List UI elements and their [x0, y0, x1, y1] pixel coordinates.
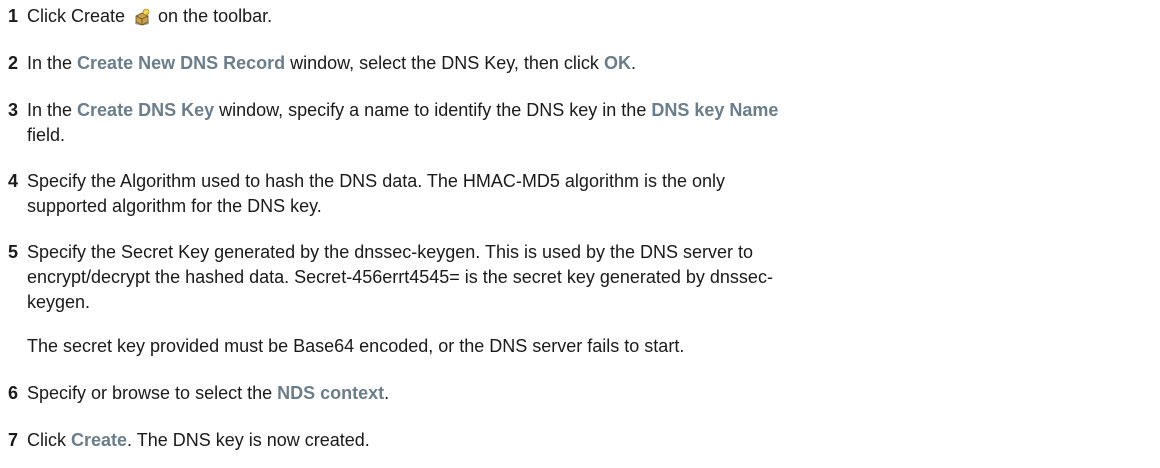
step-text-segment: In the	[27, 100, 78, 120]
step-number: 3	[8, 100, 19, 120]
step-text-segment: .	[630, 53, 636, 73]
step-text-segment: Click Create	[27, 6, 131, 26]
step-text-segment: window, specify a name to identify the D…	[214, 100, 652, 120]
step-text-segment: window, select the DNS Key, then click	[285, 53, 604, 73]
step-text: Click Create on the toolbar.	[27, 4, 1152, 29]
step-text: Specify or browse to select the NDS cont…	[27, 381, 1152, 406]
step-text-line: Specify the Secret Key generated by the …	[27, 242, 754, 262]
step-number: 5	[8, 242, 19, 262]
step-text-line: Specify the Algorithm used to hash the D…	[27, 171, 725, 191]
ui-reference-field: NDS context	[277, 383, 385, 403]
step-text-segment: .	[384, 383, 390, 403]
step-text: Specify the Algorithm used to hash the D…	[27, 169, 1152, 219]
step-text-line: keygen.	[27, 292, 91, 312]
step-number: 1	[8, 6, 19, 26]
step-number: 6	[8, 383, 19, 403]
step-text-segment: Specify or browse to select the	[27, 383, 278, 403]
ui-reference-window: Create DNS Key	[77, 100, 215, 120]
step-text-line: encrypt/decrypt the hashed data. Secret-…	[27, 267, 773, 287]
step-text-segment: In the	[27, 53, 78, 73]
step-number: 2	[8, 53, 19, 73]
step-text-segment: field.	[27, 125, 66, 145]
note-text: The secret key provided must be Base64 e…	[27, 336, 685, 356]
ui-reference-window: Create New DNS Record	[77, 53, 286, 73]
step-text: In the Create New DNS Record window, sel…	[27, 51, 1152, 76]
ui-reference-button: Create	[71, 430, 128, 450]
step-text-segment: Click	[27, 430, 71, 450]
step-text-line: supported algorithm for the DNS key.	[27, 196, 322, 216]
ui-reference-button: OK	[603, 53, 631, 73]
step-text: Specify the Secret Key generated by the …	[27, 240, 1152, 315]
ui-reference-field: DNS key Name	[651, 100, 779, 120]
step-text-segment: . The DNS key is now created.	[127, 430, 370, 450]
step-number: 4	[8, 171, 19, 191]
step-text: In the Create DNS Key window, specify a …	[27, 98, 1152, 148]
create-icon	[135, 8, 150, 26]
step-text: Click Create. The DNS key is now created…	[27, 428, 1152, 453]
step-number: 7	[8, 430, 19, 450]
step-text-segment: on the toolbar.	[153, 6, 273, 26]
